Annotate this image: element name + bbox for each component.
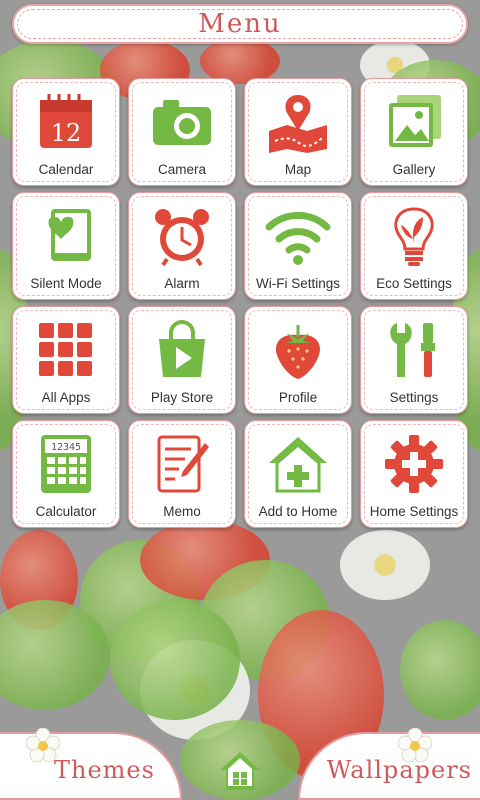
app-label: All Apps (41, 390, 91, 405)
app-label: Wi-Fi Settings (255, 276, 340, 291)
map-icon (265, 89, 331, 155)
flower-decoration-icon (398, 728, 432, 762)
app-label: Memo (163, 504, 201, 519)
wifi-icon (265, 203, 331, 269)
app-tile-settings[interactable]: Settings (360, 306, 468, 414)
alarm-clock-icon (149, 203, 215, 269)
app-label: Calculator (35, 504, 97, 519)
app-label: Alarm (164, 276, 200, 291)
app-tile-calendar[interactable]: 12 Calendar (12, 78, 120, 186)
home-icon (220, 752, 260, 790)
app-label: Add to Home (258, 504, 338, 519)
gear-plus-icon (381, 431, 447, 497)
gallery-icon (381, 89, 447, 155)
memo-icon (149, 431, 215, 497)
app-tile-calculator[interactable]: 12345 Calculator (12, 420, 120, 528)
app-label: Gallery (392, 162, 436, 177)
app-tile-add-to-home[interactable]: Add to Home (244, 420, 352, 528)
app-grid: 12 Calendar Camera Map Gallery Silent Mo… (12, 78, 468, 528)
app-tile-wifi-settings[interactable]: Wi-Fi Settings (244, 192, 352, 300)
app-label: Camera (157, 162, 206, 177)
app-label: Settings (389, 390, 439, 405)
app-tile-gallery[interactable]: Gallery (360, 78, 468, 186)
silent-mode-icon (33, 203, 99, 269)
app-tile-all-apps[interactable]: All Apps (12, 306, 120, 414)
app-tile-profile[interactable]: Profile (244, 306, 352, 414)
app-label: Silent Mode (30, 276, 102, 291)
menu-header: Menu (12, 4, 468, 44)
tools-icon (381, 317, 447, 383)
all-apps-grid-icon (33, 317, 99, 383)
app-label: Play Store (150, 390, 214, 405)
app-tile-alarm[interactable]: Alarm (128, 192, 236, 300)
calculator-display: 12345 (51, 442, 81, 453)
app-tile-play-store[interactable]: Play Store (128, 306, 236, 414)
app-tile-memo[interactable]: Memo (128, 420, 236, 528)
flower-decoration-icon (26, 728, 60, 762)
app-label: Map (284, 162, 312, 177)
strawberry-icon (265, 317, 331, 383)
app-label: Eco Settings (376, 276, 452, 291)
camera-icon (149, 89, 215, 155)
app-tile-eco-settings[interactable]: Eco Settings (360, 192, 468, 300)
home-button[interactable] (217, 748, 263, 794)
app-label: Calendar (38, 162, 94, 177)
play-store-icon (149, 317, 215, 383)
app-label: Profile (278, 390, 318, 405)
menu-title: Menu (198, 9, 282, 39)
app-tile-map[interactable]: Map (244, 78, 352, 186)
themes-label: Themes (54, 756, 155, 784)
calendar-icon: 12 (33, 89, 99, 155)
app-tile-camera[interactable]: Camera (128, 78, 236, 186)
calendar-day: 12 (51, 119, 82, 147)
add-home-icon (265, 431, 331, 497)
calculator-icon: 12345 (33, 431, 99, 497)
app-tile-silent-mode[interactable]: Silent Mode (12, 192, 120, 300)
eco-bulb-icon (381, 203, 447, 269)
app-tile-home-settings[interactable]: Home Settings (360, 420, 468, 528)
app-label: Home Settings (369, 504, 459, 519)
